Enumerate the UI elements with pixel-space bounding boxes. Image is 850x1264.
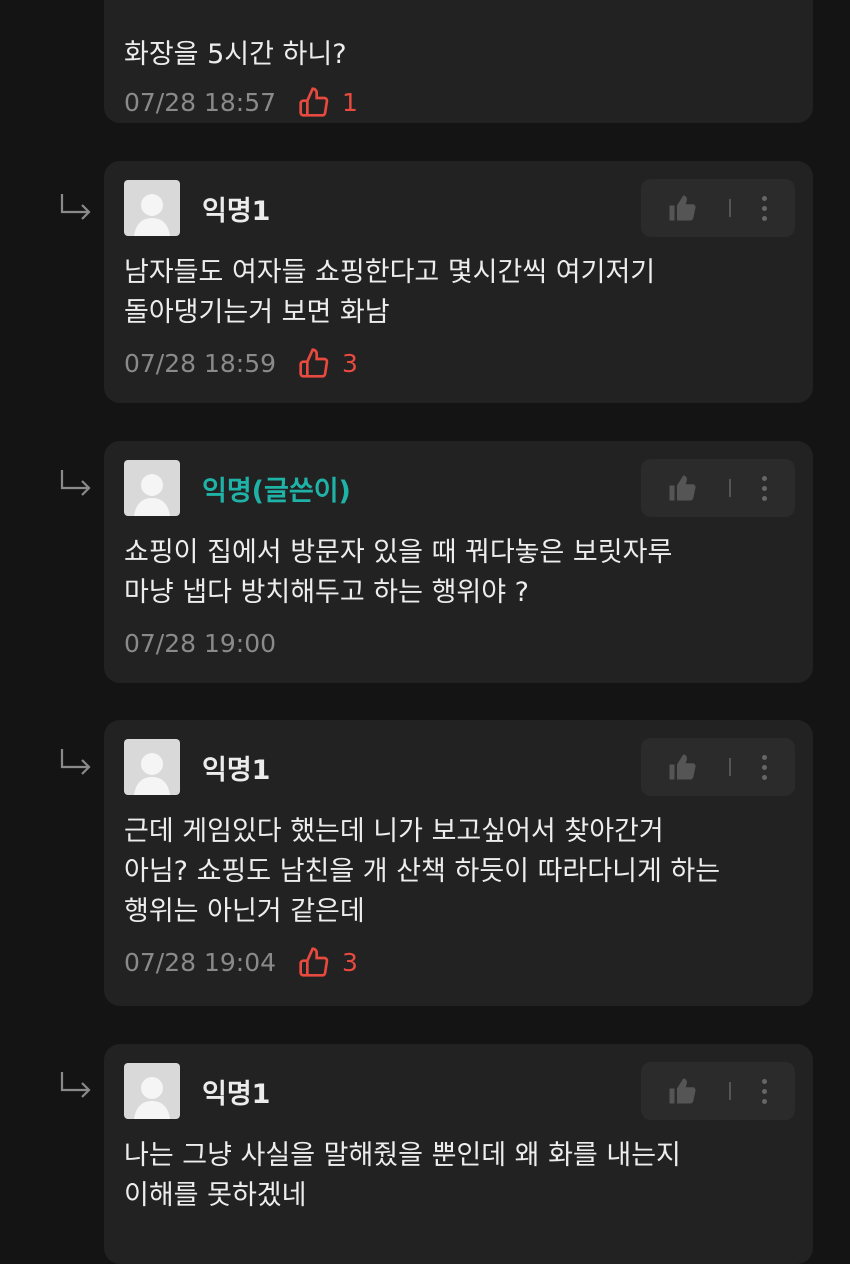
comment-meta: 07/28 18:59 3 bbox=[124, 333, 793, 393]
divider bbox=[728, 1082, 731, 1100]
reply-arrow-icon bbox=[60, 470, 91, 496]
comment-text: 남자들도 여자들 쇼핑한다고 몇시간씩 여기저기 돌아댕기는거 보면 화남 bbox=[124, 257, 656, 328]
comment-time: 07/28 19:04 bbox=[124, 947, 277, 977]
comment-card: 익명1 남자들도 여자들 쇼핑한다고 몇시간씩 여기저기 돌아댕기는거 보면 화… bbox=[104, 161, 813, 403]
comment-text: 나는 그냥 사실을 말해줬을 뿐인데 왜 화를 내는지 이해를 못하겠네 bbox=[124, 1140, 681, 1211]
like-count[interactable]: 3 bbox=[298, 347, 358, 379]
reply-arrow-icon bbox=[60, 749, 91, 775]
divider bbox=[728, 199, 731, 217]
more-options-icon[interactable] bbox=[762, 475, 767, 501]
comment-card: 익명1 근데 게임있다 했는데 니가 보고싶어서 찾아간거 아님? 쇼핑도 남친… bbox=[104, 720, 813, 1006]
reply-arrow-icon bbox=[60, 1072, 91, 1098]
thumbs-up-icon[interactable] bbox=[667, 473, 697, 503]
author-name: 익명(글쓴이) bbox=[202, 475, 351, 507]
like-number: 3 bbox=[342, 947, 358, 977]
more-options-icon[interactable] bbox=[762, 754, 767, 780]
comment-text: 화장을 5시간 하니? bbox=[124, 39, 347, 70]
avatar bbox=[124, 460, 180, 516]
comment-actions bbox=[641, 179, 795, 237]
thumbs-up-icon[interactable] bbox=[667, 193, 697, 223]
thumbs-up-icon[interactable] bbox=[667, 752, 697, 782]
comment-actions bbox=[641, 738, 795, 796]
like-count[interactable]: 3 bbox=[298, 946, 358, 978]
comment-time: 07/28 18:59 bbox=[124, 348, 277, 378]
more-options-icon[interactable] bbox=[762, 195, 767, 221]
comment-text: 쇼핑이 집에서 방문자 있을 때 꿔다놓은 보릿자루 마냥 냅다 방치해두고 하… bbox=[124, 537, 673, 608]
comment-actions bbox=[641, 1062, 795, 1120]
like-number: 3 bbox=[342, 348, 358, 378]
divider bbox=[728, 479, 731, 497]
thumbs-up-icon bbox=[299, 348, 329, 378]
thumbs-up-icon bbox=[299, 947, 329, 977]
comment-card: 화장을 5시간 하니? 07/28 18:57 1 bbox=[104, 0, 813, 123]
comment-text: 근데 게임있다 했는데 니가 보고싶어서 찾아간거 아님? 쇼핑도 남친을 개 … bbox=[124, 816, 721, 927]
comment-time: 07/28 19:00 bbox=[124, 628, 277, 658]
more-options-icon[interactable] bbox=[762, 1078, 767, 1104]
thumbs-up-icon bbox=[299, 87, 329, 117]
thumbs-up-icon[interactable] bbox=[667, 1076, 697, 1106]
comment-meta: 07/28 19:04 3 bbox=[124, 932, 793, 992]
like-count[interactable]: 1 bbox=[298, 86, 358, 118]
comment-meta: 07/28 19:00 bbox=[124, 613, 793, 673]
author-name: 익명1 bbox=[202, 195, 271, 227]
avatar bbox=[124, 739, 180, 795]
divider bbox=[728, 758, 731, 776]
author-name: 익명1 bbox=[202, 1078, 271, 1110]
avatar bbox=[124, 1063, 180, 1119]
reply-arrow-icon bbox=[60, 194, 91, 220]
like-number: 1 bbox=[342, 87, 358, 117]
comment-card: 익명1 나는 그냥 사실을 말해줬을 뿐인데 왜 화를 내는지 이해를 못하겠네 bbox=[104, 1044, 813, 1264]
comment-card: 익명(글쓴이) 쇼핑이 집에서 방문자 있을 때 꿔다놓은 보릿자루 마냥 냅다… bbox=[104, 441, 813, 683]
avatar bbox=[124, 180, 180, 236]
comment-meta: 07/28 18:57 1 bbox=[124, 75, 793, 129]
author-name: 익명1 bbox=[202, 754, 271, 786]
comment-time: 07/28 18:57 bbox=[124, 87, 277, 117]
comment-actions bbox=[641, 459, 795, 517]
